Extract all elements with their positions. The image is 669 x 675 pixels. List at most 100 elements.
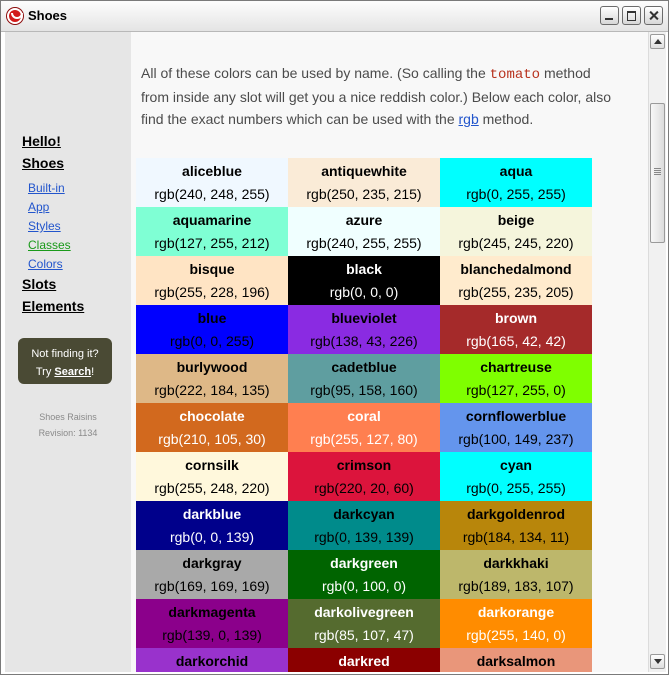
shoes-logo-icon	[7, 8, 23, 24]
help-suffix: !	[91, 366, 95, 378]
color-swatch-darkcyan: darkcyan rgb(0, 139, 139)	[288, 501, 440, 550]
color-swatch-burlywood: burlywood rgb(222, 184, 135)	[136, 354, 288, 403]
color-swatch-brown: brown rgb(165, 42, 42)	[440, 305, 592, 354]
color-name: darkred	[338, 653, 390, 669]
search-link[interactable]: Search	[54, 366, 91, 378]
color-name: darkorange	[477, 604, 555, 620]
color-name: darkgoldenrod	[466, 506, 565, 522]
color-rgb-value: rgb(250, 235, 215)	[306, 186, 422, 202]
sidebar: Hello! Shoes Built-in App Styles Classes…	[5, 32, 131, 672]
color-swatch-darkkhaki: darkkhaki rgb(189, 183, 107)	[440, 550, 592, 599]
help-try-label: Try	[35, 366, 52, 378]
color-swatch-black: black rgb(0, 0, 0)	[288, 256, 440, 305]
shoes-window: Shoes Hello! Shoes Built-in App Styles C…	[0, 0, 669, 675]
color-swatch-beige: beige rgb(245, 245, 220)	[440, 207, 592, 256]
color-swatch-darkmagenta: darkmagenta rgb(139, 0, 139)	[136, 599, 288, 648]
color-rgb-value: rgb(0, 0, 255)	[169, 333, 255, 349]
nav-hello[interactable]: Hello!	[22, 133, 61, 149]
color-name: coral	[347, 408, 381, 424]
color-rgb-value: rgb(0, 0, 0)	[329, 284, 399, 300]
nav-elements[interactable]: Elements	[22, 298, 84, 314]
color-rgb-value: rgb(240, 248, 255)	[154, 186, 270, 202]
color-name: brown	[495, 310, 537, 326]
intro-text-3: method.	[478, 111, 534, 127]
color-rgb-value: rgb(222, 184, 135)	[154, 382, 270, 398]
color-swatch-cadetblue: cadetblue rgb(95, 158, 160)	[288, 354, 440, 403]
scrollbar-thumb[interactable]	[650, 103, 665, 243]
nav-sub-classes[interactable]: Classes	[28, 238, 71, 252]
color-swatch-aqua: aqua rgb(0, 255, 255)	[440, 158, 592, 207]
color-name: antiquewhite	[321, 163, 407, 179]
color-swatch-darkolivegreen: darkolivegreen rgb(85, 107, 47)	[288, 599, 440, 648]
color-name: darksalmon	[476, 653, 556, 669]
color-rgb-value: rgb(127, 255, 0)	[466, 382, 566, 398]
color-swatch-darkgoldenrod: darkgoldenrod rgb(184, 134, 11)	[440, 501, 592, 550]
color-swatch-crimson: crimson rgb(220, 20, 60)	[288, 452, 440, 501]
help-box: Not finding it? Try Search!	[18, 338, 112, 384]
nav-shoes[interactable]: Shoes	[22, 155, 64, 171]
color-name: darkgreen	[330, 555, 398, 571]
color-name: blueviolet	[331, 310, 397, 326]
color-rgb-value: rgb(0, 0, 139)	[169, 529, 255, 545]
scroll-down-arrow-icon[interactable]	[650, 654, 665, 669]
nav-sub-built-in[interactable]: Built-in	[28, 181, 65, 195]
color-rgb-value: rgb(189, 183, 107)	[458, 578, 574, 594]
help-search-line: Try Search!	[18, 363, 112, 381]
intro-paragraph: All of these colors can be used by name.…	[141, 62, 611, 130]
color-name: darkcyan	[333, 506, 395, 522]
color-rgb-value: rgb(255, 127, 80)	[310, 431, 418, 447]
color-rgb-value: rgb(210, 105, 30)	[158, 431, 266, 447]
color-name: cornsilk	[185, 457, 239, 473]
scroll-up-arrow-icon[interactable]	[650, 34, 665, 49]
color-name: darkmagenta	[168, 604, 256, 620]
color-swatch-darkred: darkred	[288, 648, 440, 672]
color-name: darkolivegreen	[314, 604, 414, 620]
color-swatch-darkorchid: darkorchid	[136, 648, 288, 672]
color-swatch-chocolate: chocolate rgb(210, 105, 30)	[136, 403, 288, 452]
vertical-scrollbar[interactable]	[648, 32, 666, 672]
color-name: chocolate	[179, 408, 245, 424]
title-bar[interactable]: Shoes	[1, 1, 668, 32]
color-rgb-value: rgb(0, 255, 255)	[466, 480, 566, 496]
maximize-button[interactable]	[622, 6, 641, 25]
color-name: darkblue	[182, 506, 242, 522]
color-swatch-blue: blue rgb(0, 0, 255)	[136, 305, 288, 354]
intro-text-1: All of these colors can be used by name.…	[141, 65, 490, 81]
color-swatch-darkblue: darkblue rgb(0, 0, 139)	[136, 501, 288, 550]
nav-slots[interactable]: Slots	[22, 276, 56, 292]
color-name: aliceblue	[182, 163, 242, 179]
close-button[interactable]	[644, 6, 663, 25]
color-rgb-value: rgb(138, 43, 226)	[310, 333, 418, 349]
color-swatch-darkgreen: darkgreen rgb(0, 100, 0)	[288, 550, 440, 599]
minimize-button[interactable]	[600, 6, 619, 25]
color-rgb-value: rgb(169, 169, 169)	[154, 578, 270, 594]
color-name: black	[346, 261, 382, 277]
color-name: darkkhaki	[483, 555, 549, 571]
color-name: cornflowerblue	[465, 408, 567, 424]
color-swatch-azure: azure rgb(240, 255, 255)	[288, 207, 440, 256]
color-rgb-value: rgb(127, 255, 212)	[154, 235, 270, 251]
color-rgb-value: rgb(220, 20, 60)	[314, 480, 414, 496]
nav-sub-colors[interactable]: Colors	[28, 257, 63, 271]
window-title: Shoes	[28, 8, 68, 23]
color-rgb-value: rgb(0, 255, 255)	[466, 186, 566, 202]
release-name: Shoes Raisins	[39, 412, 97, 422]
color-rgb-value: rgb(255, 248, 220)	[154, 480, 270, 496]
color-name: darkorchid	[175, 653, 249, 669]
color-rgb-value: rgb(240, 255, 255)	[306, 235, 422, 251]
nav-sub-app[interactable]: App	[28, 200, 49, 214]
color-swatch-antiquewhite: antiquewhite rgb(250, 235, 215)	[288, 158, 440, 207]
color-swatch-cyan: cyan rgb(0, 255, 255)	[440, 452, 592, 501]
revision-number: Revision: 1134	[38, 428, 98, 438]
color-swatch-cornflowerblue: cornflowerblue rgb(100, 149, 237)	[440, 403, 592, 452]
color-rgb-value: rgb(0, 139, 139)	[314, 529, 414, 545]
color-swatch-darkgray: darkgray rgb(169, 169, 169)	[136, 550, 288, 599]
rgb-link[interactable]: rgb	[459, 111, 479, 127]
nav-sub-styles[interactable]: Styles	[28, 219, 61, 233]
color-name: chartreuse	[480, 359, 552, 375]
color-name: blanchedalmond	[460, 261, 572, 277]
color-swatch-blueviolet: blueviolet rgb(138, 43, 226)	[288, 305, 440, 354]
color-swatch-chartreuse: chartreuse rgb(127, 255, 0)	[440, 354, 592, 403]
color-name: cadetblue	[331, 359, 397, 375]
color-rgb-value: rgb(165, 42, 42)	[466, 333, 566, 349]
